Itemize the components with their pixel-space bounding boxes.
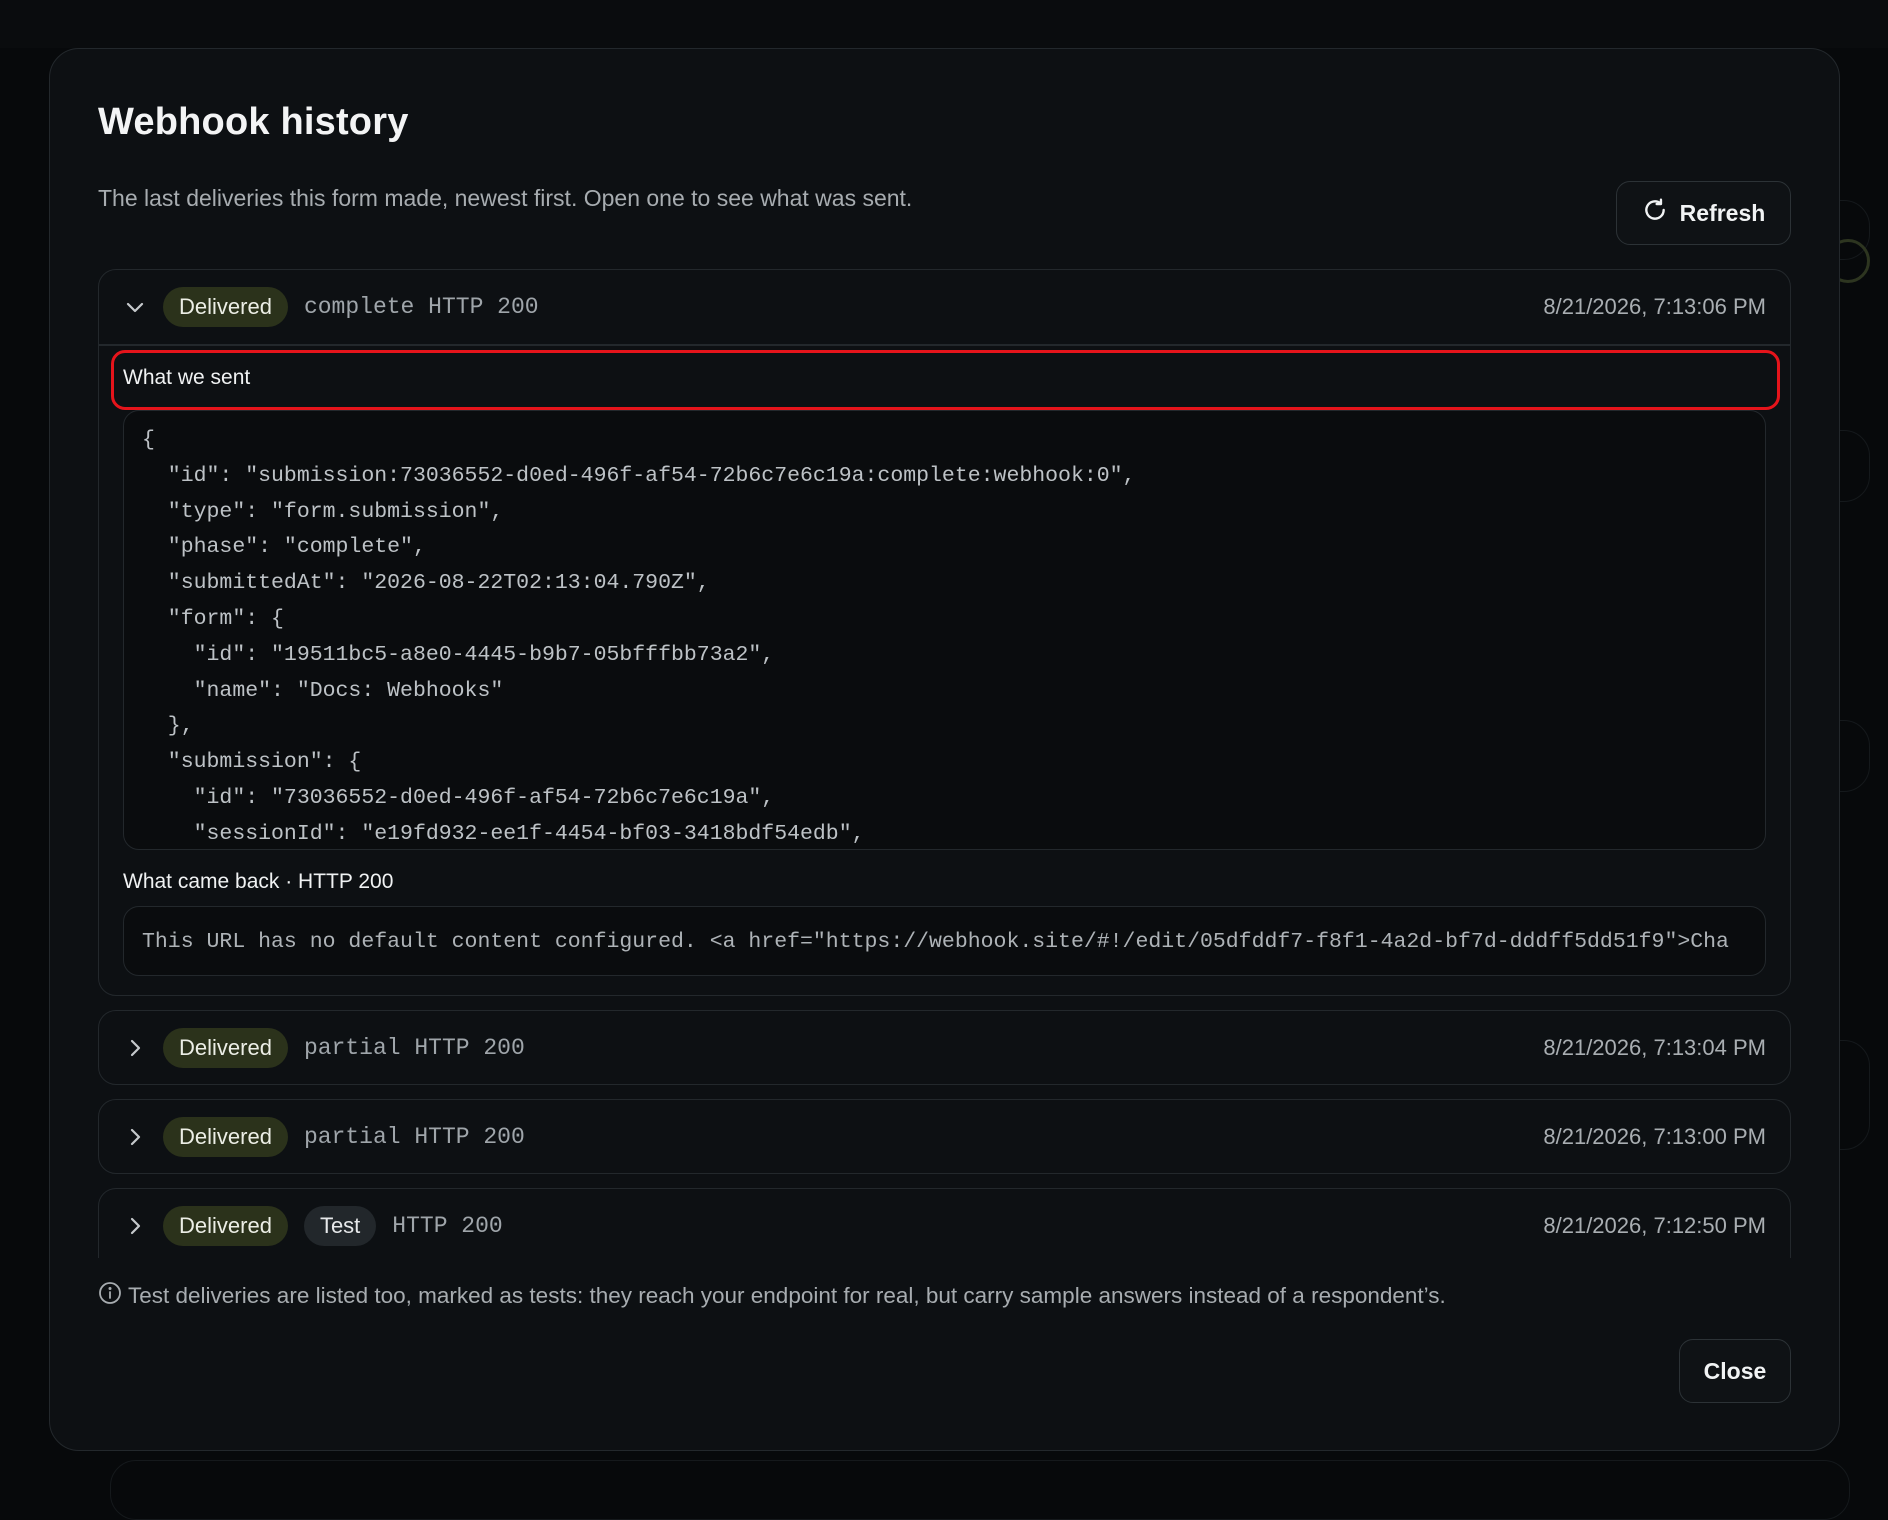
payload-line: "id": "19511bc5-a8e0-4445-b9b7-05bfffbb7… — [142, 638, 1135, 674]
test-badge: Test — [304, 1206, 376, 1246]
sent-section-label: What we sent — [123, 366, 250, 390]
delivery-item-expanded: Delivered complete HTTP 200 8/21/2026, 7… — [98, 269, 1791, 996]
divider — [99, 344, 1790, 346]
delivery-item[interactable]: Delivered Test HTTP 200 8/21/2026, 7:12:… — [98, 1188, 1791, 1258]
delivery-meta: partial HTTP 200 — [304, 1035, 525, 1061]
dialog-title: Webhook history — [98, 101, 409, 144]
delivery-meta: complete HTTP 200 — [304, 294, 539, 320]
response-section-label: What came back · HTTP 200 — [123, 870, 393, 894]
payload-line: "sessionId": "e19fd932-ee1f-4454-bf03-34… — [142, 817, 1135, 850]
delivery-header[interactable]: Delivered complete HTTP 200 8/21/2026, 7… — [99, 270, 1790, 344]
delivery-item[interactable]: Delivered partial HTTP 200 8/21/2026, 7:… — [98, 1099, 1791, 1174]
payload-line: { — [142, 423, 1135, 459]
info-icon — [98, 1281, 122, 1311]
background-panel — [110, 1460, 1850, 1520]
delivery-timestamp: 8/21/2026, 7:13:00 PM — [1543, 1100, 1766, 1174]
webhook-history-dialog: Webhook history The last deliveries this… — [49, 48, 1840, 1451]
close-button[interactable]: Close — [1679, 1339, 1791, 1403]
delivery-item[interactable]: Delivered partial HTTP 200 8/21/2026, 7:… — [98, 1010, 1791, 1085]
payload-line: }, — [142, 709, 1135, 745]
footnote-text: Test deliveries are listed too, marked a… — [128, 1283, 1446, 1309]
refresh-button[interactable]: Refresh — [1616, 181, 1791, 245]
highlight-annotation — [111, 350, 1780, 410]
refresh-icon — [1642, 197, 1668, 229]
dialog-subtitle: The last deliveries this form made, newe… — [98, 185, 912, 212]
chevron-right-icon[interactable] — [123, 1125, 147, 1149]
chevron-right-icon[interactable] — [123, 1036, 147, 1060]
payload-line: "type": "form.submission", — [142, 495, 1135, 531]
payload-lines: { "id": "submission:73036552-d0ed-496f-a… — [142, 423, 1135, 850]
payload-line: "id": "73036552-d0ed-496f-af54-72b6c7e6c… — [142, 781, 1135, 817]
delivery-header[interactable]: Delivered partial HTTP 200 8/21/2026, 7:… — [99, 1011, 1790, 1085]
response-code-block[interactable]: This URL has no default content configur… — [123, 906, 1766, 976]
background-header — [0, 0, 1888, 48]
status-badge: Delivered — [163, 287, 288, 327]
status-badge: Delivered — [163, 1206, 288, 1246]
delivery-timestamp: 8/21/2026, 7:12:50 PM — [1543, 1189, 1766, 1263]
delivery-timestamp: 8/21/2026, 7:13:06 PM — [1543, 270, 1766, 344]
chevron-down-icon[interactable] — [123, 295, 147, 319]
response-body: This URL has no default content configur… — [142, 907, 1729, 976]
payload-line: "name": "Docs: Webhooks" — [142, 674, 1135, 710]
delivery-timestamp: 8/21/2026, 7:13:04 PM — [1543, 1011, 1766, 1085]
status-badge: Delivered — [163, 1028, 288, 1068]
delivery-meta: HTTP 200 — [392, 1213, 502, 1239]
payload-code-block[interactable]: { "id": "submission:73036552-d0ed-496f-a… — [123, 410, 1766, 850]
chevron-right-icon[interactable] — [123, 1214, 147, 1238]
payload-line: "phase": "complete", — [142, 530, 1135, 566]
payload-line: "submittedAt": "2026-08-22T02:13:04.790Z… — [142, 566, 1135, 602]
delivery-meta: partial HTTP 200 — [304, 1124, 525, 1150]
payload-line: "form": { — [142, 602, 1135, 638]
delivery-header[interactable]: Delivered Test HTTP 200 8/21/2026, 7:12:… — [99, 1189, 1790, 1263]
status-badge: Delivered — [163, 1117, 288, 1157]
payload-line: "submission": { — [142, 745, 1135, 781]
test-deliveries-note: Test deliveries are listed too, marked a… — [98, 1281, 1446, 1311]
payload-line: "id": "submission:73036552-d0ed-496f-af5… — [142, 459, 1135, 495]
delivery-header[interactable]: Delivered partial HTTP 200 8/21/2026, 7:… — [99, 1100, 1790, 1174]
refresh-label: Refresh — [1680, 200, 1766, 227]
